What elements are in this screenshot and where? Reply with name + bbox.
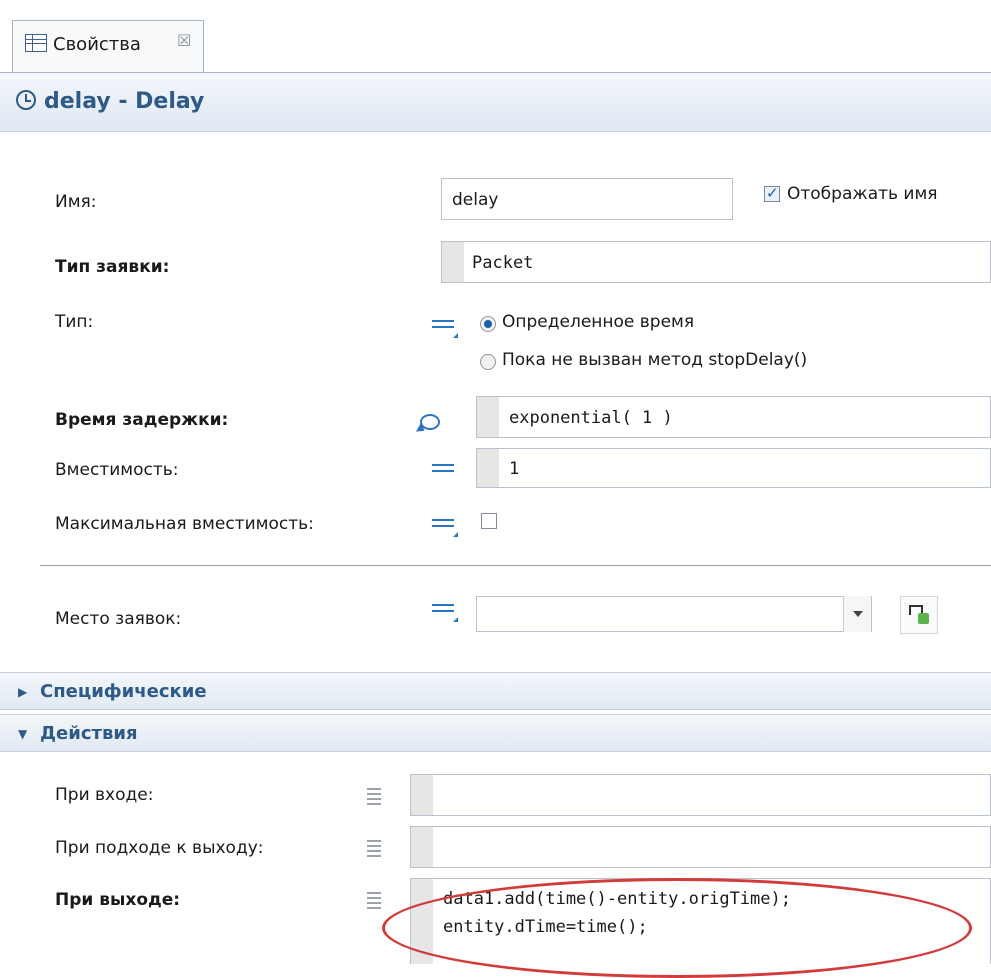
- agent-location-dropdown[interactable]: [476, 596, 872, 632]
- field-strip: [411, 775, 433, 815]
- highlight-ellipse: [382, 878, 972, 978]
- section-specific-title: Специфические: [40, 681, 207, 702]
- type-option-specified-time-radio[interactable]: [480, 316, 496, 332]
- section-actions-title: Действия: [40, 723, 138, 744]
- field-strip: [477, 449, 499, 487]
- static-value-icon[interactable]: [432, 519, 458, 537]
- delay-time-value: exponential( 1 ): [509, 408, 673, 428]
- dynamic-value-icon[interactable]: [420, 414, 440, 430]
- agent-type-label: Тип заявки:: [55, 257, 170, 277]
- delay-time-label: Время задержки:: [55, 410, 229, 430]
- tab-properties-label: Свойства: [53, 34, 141, 55]
- on-enter-field[interactable]: [410, 774, 991, 816]
- agent-type-value: Packet: [472, 253, 534, 273]
- properties-table-icon: [25, 34, 47, 52]
- max-capacity-checkbox[interactable]: [481, 513, 497, 529]
- page-title: delay - Delay: [44, 89, 205, 114]
- show-name-label: Отображать имя: [787, 184, 938, 204]
- equals-icon[interactable]: [432, 464, 454, 478]
- field-strip: [442, 242, 464, 282]
- tab-properties[interactable]: Свойства ☒: [12, 20, 204, 72]
- on-at-exit-label: При подходе к выходу:: [55, 838, 264, 858]
- collapsed-arrow-icon: ▶: [18, 685, 28, 699]
- static-value-icon[interactable]: [432, 604, 458, 622]
- expanded-arrow-icon: ▼: [18, 727, 28, 741]
- clock-icon: [16, 90, 36, 110]
- capacity-value: 1: [509, 459, 520, 479]
- code-editor-icon[interactable]: [367, 788, 381, 805]
- tab-bar: Свойства ☒: [0, 0, 991, 72]
- max-capacity-label: Максимальная вместимость:: [55, 514, 314, 534]
- agent-location-label: Место заявок:: [55, 609, 182, 629]
- name-input[interactable]: delay: [441, 178, 733, 220]
- name-input-value: delay: [452, 190, 499, 210]
- section-actions[interactable]: ▼ Действия: [0, 714, 991, 752]
- delay-time-field[interactable]: exponential( 1 ): [476, 396, 991, 438]
- type-label: Тип:: [55, 312, 94, 332]
- on-at-exit-field[interactable]: [410, 826, 991, 868]
- on-enter-label: При входе:: [55, 785, 154, 805]
- type-option-until-stopdelay-label: Пока не вызван метод stopDelay(): [502, 350, 808, 370]
- name-label: Имя:: [55, 192, 97, 212]
- capacity-field[interactable]: 1: [476, 448, 991, 488]
- static-value-icon[interactable]: [432, 320, 458, 338]
- close-icon[interactable]: ☒: [177, 31, 191, 50]
- code-editor-icon[interactable]: [367, 840, 381, 857]
- divider: [40, 565, 991, 566]
- show-name-checkbox[interactable]: [764, 184, 780, 202]
- field-strip: [411, 827, 433, 867]
- field-strip: [477, 397, 499, 437]
- capacity-label: Вместимость:: [55, 460, 179, 480]
- code-editor-icon[interactable]: [367, 892, 381, 909]
- select-location-icon[interactable]: [900, 596, 938, 634]
- properties-title-bar: delay - Delay: [0, 72, 991, 132]
- agent-type-field[interactable]: Packet: [441, 241, 991, 283]
- chevron-down-icon[interactable]: [843, 596, 871, 632]
- on-exit-label: При выходе:: [55, 890, 181, 910]
- type-option-until-stopdelay-radio[interactable]: [480, 354, 496, 370]
- section-specific[interactable]: ▶ Специфические: [0, 672, 991, 710]
- type-option-specified-time-label: Определенное время: [502, 312, 695, 332]
